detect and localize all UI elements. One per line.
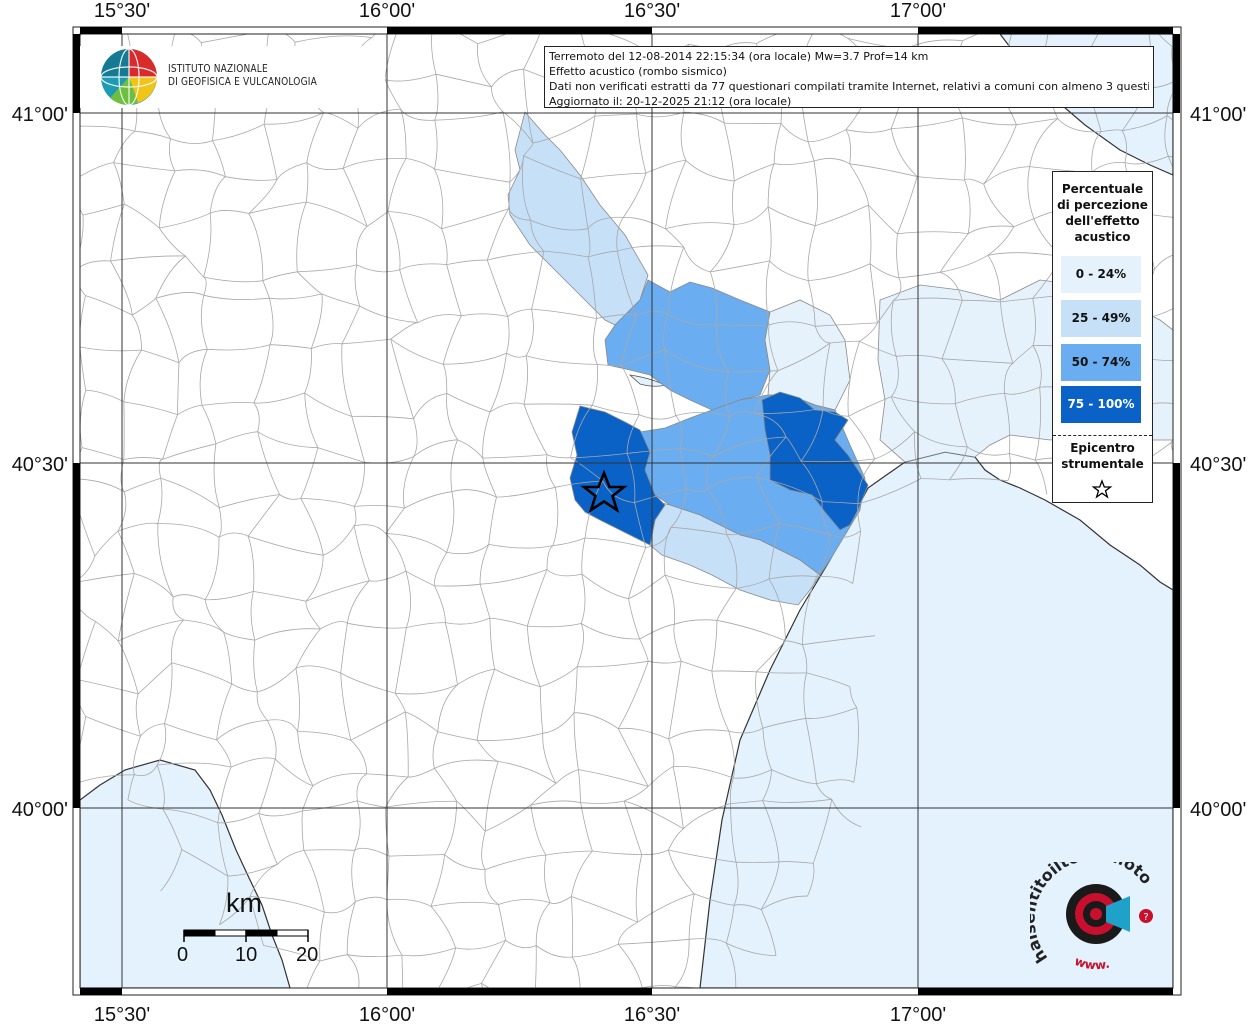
scale-tick-label: 10 bbox=[235, 944, 258, 966]
lat-label: 40°00' bbox=[1190, 799, 1246, 821]
municipal-boundary-line bbox=[1175, 307, 1178, 361]
municipal-boundary-line bbox=[1212, 137, 1219, 160]
longitude-labels-bottom: 15°30' 16°00' 16°30' 17°00' bbox=[94, 1004, 946, 1024]
institute-name: ISTITUTO NAZIONALE DI GEOFISICA E VULCAN… bbox=[168, 63, 317, 89]
municipal-boundary-line bbox=[296, 1003, 302, 1024]
event-title: Terremoto del 12-08-2014 22:15:34 (ora l… bbox=[549, 50, 929, 63]
municipal-boundary-line bbox=[1016, 19, 1049, 20]
lon-label: 16°30' bbox=[624, 1004, 680, 1024]
legend-title-line: Percentuale bbox=[1061, 182, 1144, 196]
municipal-boundary-line bbox=[534, 1000, 581, 1014]
legend-star-icon bbox=[1091, 479, 1113, 499]
institute-line1: ISTITUTO NAZIONALE bbox=[168, 63, 268, 75]
municipal-boundary-line bbox=[66, 126, 79, 185]
lon-label: 17°00' bbox=[890, 0, 946, 22]
municipal-boundary-line bbox=[302, 990, 358, 1003]
municipal-boundary-line bbox=[125, 25, 175, 32]
lon-label: 15°30' bbox=[94, 0, 150, 22]
lon-label: 16°00' bbox=[359, 0, 415, 22]
legend-swatch-0-24: 0 - 24% bbox=[1061, 256, 1141, 293]
lon-label: 16°00' bbox=[359, 1004, 415, 1024]
haisentito-logo-icon: haisentitoilterremoto.it www. ? bbox=[1019, 844, 1156, 972]
legend-divider bbox=[1053, 435, 1152, 436]
legend-swatch-50-74: 50 - 74% bbox=[1061, 344, 1141, 381]
legend-title: Percentuale di percezione dell'effetto a… bbox=[1053, 181, 1152, 245]
legend-title-line: dell'effetto bbox=[1065, 214, 1140, 228]
municipal-boundary-line bbox=[736, 990, 762, 993]
legend-title-line: acustico bbox=[1074, 230, 1131, 244]
svg-text:?: ? bbox=[1143, 912, 1148, 923]
municipal-boundary-line bbox=[261, 1000, 303, 1003]
municipal-boundary-line bbox=[432, 1000, 446, 1024]
lat-label: 40°30' bbox=[1190, 454, 1246, 476]
legend-swatch-75-100: 75 - 100% bbox=[1061, 386, 1141, 423]
ingv-globe-icon bbox=[100, 48, 158, 106]
legend-epicenter-label: Epicentro strumentale bbox=[1053, 440, 1152, 472]
event-info-box: Terremoto del 12-08-2014 22:15:34 (ora l… bbox=[544, 46, 1154, 108]
legend: Percentuale di percezione dell'effetto a… bbox=[1052, 171, 1153, 503]
haisentito-logo-url: www. bbox=[1073, 954, 1111, 972]
institute-line2: DI GEOFISICA E VULCANOLOGIA bbox=[168, 76, 317, 88]
lat-label: 41°00' bbox=[12, 104, 68, 126]
municipal-boundary-line bbox=[1219, 394, 1230, 463]
haisentito-logo[interactable]: haisentitoilterremoto.it www. ? bbox=[1019, 844, 1170, 978]
municipal-boundary-line bbox=[1177, 344, 1233, 361]
longitude-labels-top: 15°30' 16°00' 16°30' 17°00' bbox=[94, 0, 946, 22]
municipal-boundary-line bbox=[1049, 19, 1105, 24]
municipal-boundary-line bbox=[1180, 253, 1215, 255]
municipal-boundary-line bbox=[1200, 203, 1239, 219]
municipal-boundary-line bbox=[1230, 344, 1234, 394]
lat-label: 40°00' bbox=[12, 799, 68, 821]
legend-title-line: di percezione bbox=[1057, 198, 1148, 212]
municipal-boundary-line bbox=[1175, 254, 1180, 307]
latitude-labels-left: 41°00' 40°30' 40°00' bbox=[12, 104, 68, 821]
scale-tick-label: 20 bbox=[296, 944, 319, 966]
municipal-boundary-line bbox=[1168, 155, 1173, 158]
event-updated: Aggiornato il: 20-12-2025 21:12 (ora loc… bbox=[549, 95, 792, 108]
lon-label: 15°30' bbox=[94, 1004, 150, 1024]
municipal-boundary-line bbox=[545, 17, 579, 27]
event-data-note: Dati non verificati estratti da 77 quest… bbox=[549, 80, 1149, 93]
municipal-boundary-line bbox=[1214, 203, 1239, 255]
lat-label: 41°00' bbox=[1190, 104, 1246, 126]
municipal-boundary-line bbox=[1105, 15, 1145, 21]
legend-swatch-25-49: 25 - 49% bbox=[1061, 300, 1141, 337]
municipal-boundary-line bbox=[1175, 293, 1244, 307]
municipal-boundary-line bbox=[1172, 45, 1173, 47]
municipal-boundary-line bbox=[1214, 255, 1244, 293]
scale-tick-label: 0 bbox=[177, 944, 189, 966]
municipal-boundary-line bbox=[1188, 394, 1230, 407]
municipal-boundary-line bbox=[1182, 76, 1246, 92]
municipal-boundary-line bbox=[1176, 361, 1187, 408]
lon-label: 16°30' bbox=[624, 0, 680, 22]
municipal-boundary-line bbox=[731, 993, 736, 1024]
legend-epicenter-line: Epicentro bbox=[1070, 441, 1135, 455]
municipal-boundary-line bbox=[572, 1000, 581, 1024]
scale-unit: km bbox=[226, 888, 262, 918]
municipal-boundary-line bbox=[1180, 219, 1201, 255]
event-effect: Effetto acustico (rombo sismico) bbox=[549, 65, 727, 78]
latitude-labels-right: 41°00' 40°30' 40°00' bbox=[1190, 104, 1246, 821]
municipal-boundary-line bbox=[1219, 161, 1239, 203]
municipal-boundary-line bbox=[1236, 21, 1246, 92]
lon-label: 17°00' bbox=[890, 1004, 946, 1024]
municipal-boundary-line bbox=[1233, 293, 1244, 344]
municipal-boundary-line bbox=[534, 1014, 556, 1024]
lat-label: 40°30' bbox=[12, 454, 68, 476]
legend-epicenter-line: strumentale bbox=[1061, 457, 1144, 471]
